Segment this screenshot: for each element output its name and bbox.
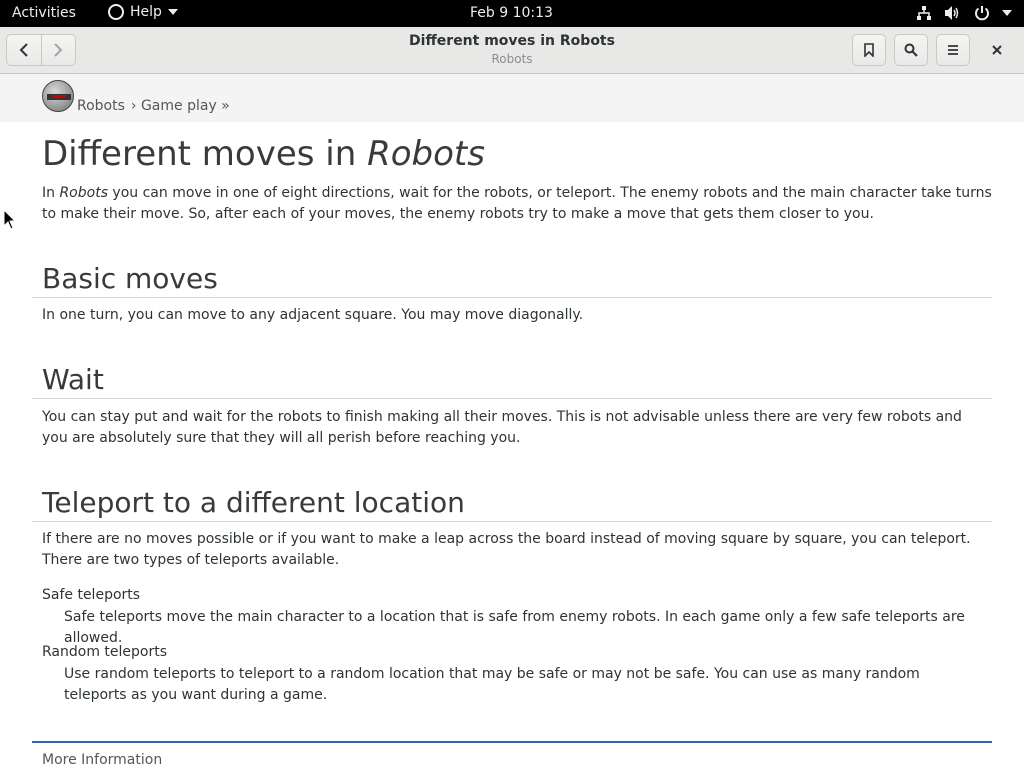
breadcrumb-link-game-play[interactable]: › Game play » — [131, 98, 230, 114]
intro-text-rest: you can move in one of eight directions,… — [42, 185, 992, 222]
forward-button[interactable] — [40, 35, 75, 65]
bookmark-button[interactable] — [852, 34, 886, 66]
breadcrumb-bar: Robots › Game play » — [0, 74, 1024, 122]
system-tray[interactable] — [916, 5, 1012, 21]
section-divider — [32, 398, 992, 399]
app-menu[interactable]: Help — [108, 4, 178, 20]
header-bar: Different moves in Robots Robots — [0, 27, 1024, 74]
intro-text-prefix: In — [42, 185, 60, 201]
section-divider — [32, 297, 992, 298]
more-information-divider — [32, 741, 992, 743]
search-icon — [904, 43, 918, 57]
page-title: Different moves in Robots — [42, 134, 485, 174]
section-divider — [32, 521, 992, 522]
section-heading-teleport: Teleport to a different location — [42, 486, 465, 519]
network-icon — [917, 6, 931, 20]
navigation-buttons — [6, 34, 76, 66]
menu-button[interactable] — [936, 34, 970, 66]
bookmark-icon — [864, 43, 874, 57]
clock[interactable]: Feb 9 10:13 — [470, 5, 553, 21]
chevron-left-icon — [19, 43, 28, 57]
intro-text-italic: Robots — [59, 185, 108, 201]
section-text-wait: You can stay put and wait for the robots… — [42, 409, 962, 446]
breadcrumb-link-robots[interactable]: Robots — [77, 98, 125, 114]
volume-icon — [945, 6, 959, 20]
help-page-content: Different moves in Robots In Robots you … — [0, 122, 1024, 768]
page-title-text: Different moves in — [42, 134, 368, 174]
mouse-pointer-icon — [3, 209, 17, 230]
window-title-text: Different moves in Robots — [409, 33, 615, 49]
chevron-down-icon — [1002, 10, 1012, 16]
term-desc-safe-teleports: Safe teleports move the main character t… — [64, 609, 965, 646]
window-subtitle-text: Robots — [491, 52, 533, 66]
close-button[interactable] — [986, 39, 1008, 61]
robots-app-icon — [42, 80, 74, 112]
app-menu-label: Help — [130, 4, 162, 20]
close-icon — [992, 45, 1002, 55]
chevron-down-icon — [167, 9, 178, 15]
section-heading-wait: Wait — [42, 363, 104, 396]
section-text-teleport: If there are no moves possible or if you… — [42, 531, 971, 568]
chevron-right-icon — [54, 43, 63, 57]
power-icon — [975, 6, 989, 21]
search-button[interactable] — [894, 34, 928, 66]
top-bar: Activities Help Feb 9 10:13 — [0, 0, 1024, 27]
section-heading-basic-moves: Basic moves — [42, 262, 218, 295]
back-button[interactable] — [7, 35, 41, 65]
hamburger-menu-icon — [948, 45, 958, 55]
term-safe-teleports: Safe teleports — [42, 587, 141, 603]
activities-button[interactable]: Activities — [12, 5, 76, 21]
window-title: Different moves in Robots Robots — [312, 33, 712, 66]
breadcrumb: Robots › Game play » — [77, 98, 230, 114]
term-random-teleports: Random teleports — [42, 644, 168, 660]
page-title-italic: Robots — [367, 134, 485, 174]
intro-paragraph: In Robots you can move in one of eight d… — [42, 183, 992, 225]
more-information-heading: More Information — [42, 752, 163, 768]
section-text-basic-moves: In one turn, you can move to any adjacen… — [42, 307, 584, 323]
help-icon — [108, 4, 124, 20]
term-desc-random-teleports: Use random teleports to teleport to a ra… — [64, 666, 920, 703]
